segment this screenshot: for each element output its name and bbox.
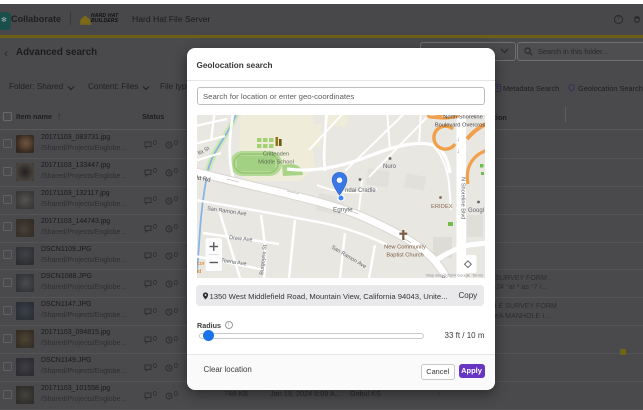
svg-text:Boulevard Overcross..: Boulevard Overcross.. xyxy=(434,123,484,129)
svg-text:Egnyte: Egnyte xyxy=(333,207,353,214)
svg-text:ERIDEX: ERIDEX xyxy=(431,204,453,210)
svg-text:Map data ©2024 Google Terms: Map data ©2024 Google Terms xyxy=(426,273,483,278)
svg-text:New Community: New Community xyxy=(384,245,426,251)
svg-text:Crittenden: Crittenden xyxy=(262,152,288,158)
svg-text:↓: ↓ xyxy=(456,148,459,155)
svg-text:iod: iod xyxy=(197,269,201,275)
svg-text:Googl: Googl xyxy=(468,208,484,214)
svg-text:Baptist Church: Baptist Church xyxy=(386,253,423,259)
svg-text:↓: ↓ xyxy=(456,136,459,143)
svg-text:ecor: ecor xyxy=(197,261,205,267)
svg-text:ndai Cradle: ndai Cradle xyxy=(345,188,376,194)
svg-text:North Shoreline: North Shoreline xyxy=(443,115,483,121)
svg-text:Nuro: Nuro xyxy=(383,164,397,170)
svg-text:N Shoreline Blvd: N Shoreline Blvd xyxy=(459,177,465,219)
svg-text:Middle School: Middle School xyxy=(258,160,294,166)
